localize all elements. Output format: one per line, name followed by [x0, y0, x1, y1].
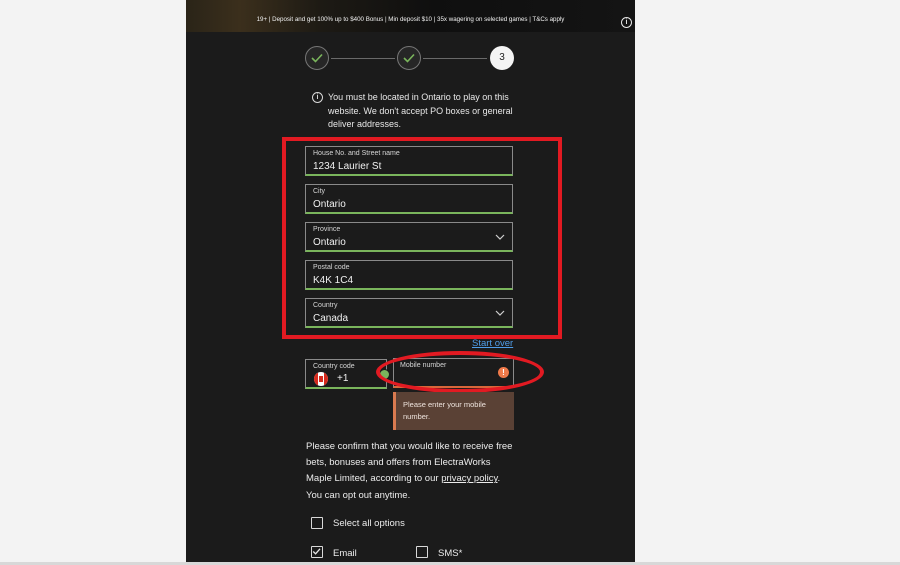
step-3-current: 3	[490, 46, 514, 70]
step-connector	[423, 58, 487, 59]
sms-label[interactable]: SMS*	[438, 548, 462, 559]
mobile-error-text: Please enter your mobile number.	[403, 400, 486, 421]
select-all-label[interactable]: Select all options	[333, 518, 405, 529]
mobile-error-message: Please enter your mobile number.	[393, 392, 514, 430]
mobile-highlight-annotation	[376, 351, 544, 393]
promo-banner: 19+ | Deposit and get 100% up to $400 Bo…	[186, 0, 635, 32]
country-code-value[interactable]: +1	[337, 373, 348, 384]
check-icon	[312, 548, 321, 555]
promo-banner-text: 19+ | Deposit and get 100% up to $400 Bo…	[256, 16, 565, 23]
marketing-consent-text: Please confirm that you would like to re…	[306, 439, 516, 504]
email-checkbox[interactable]	[311, 546, 323, 558]
banner-info-icon[interactable]: i	[621, 17, 632, 28]
step-1-complete	[305, 46, 329, 70]
email-label[interactable]: Email	[333, 548, 357, 559]
address-highlight-annotation	[282, 137, 562, 339]
sms-checkbox[interactable]	[416, 546, 428, 558]
check-icon	[403, 53, 415, 63]
check-icon	[311, 53, 323, 63]
start-over-link[interactable]: Start over	[472, 338, 513, 349]
privacy-policy-link[interactable]: privacy policy	[441, 473, 497, 484]
info-icon: i	[312, 92, 323, 103]
location-notice: You must be located in Ontario to play o…	[328, 92, 513, 129]
country-code-select[interactable]: Country code +1	[305, 359, 390, 389]
registration-panel: 19+ | Deposit and get 100% up to $400 Bo…	[186, 0, 635, 565]
step-2-complete	[397, 46, 421, 70]
canada-flag-icon	[314, 372, 328, 386]
country-code-label: Country code	[313, 363, 355, 370]
select-all-checkbox[interactable]	[311, 517, 323, 529]
step-connector	[331, 58, 395, 59]
